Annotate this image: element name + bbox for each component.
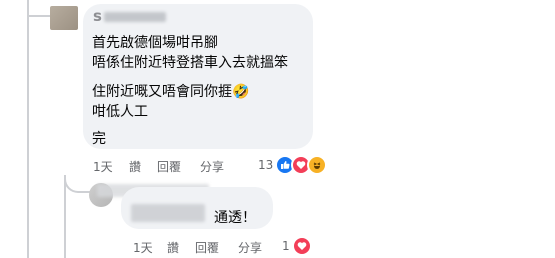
- comment-line: 咁低人工: [92, 104, 148, 120]
- author-initial[interactable]: s: [93, 7, 102, 25]
- comment-bubble: [83, 4, 313, 149]
- love-icon: [291, 236, 312, 256]
- comment-timestamp[interactable]: 1天: [93, 158, 113, 175]
- haha-icon: [307, 155, 328, 175]
- thread-connector: [27, 15, 50, 17]
- reaction-count: 13: [258, 158, 274, 172]
- comment-line: 首先啟德個場咁吊腳: [92, 35, 218, 51]
- reply-text: 通透！: [214, 210, 256, 226]
- comment-line: 唔係住附近特登搭車入去就搵笨: [92, 55, 288, 71]
- reply-timestamp[interactable]: 1天: [133, 239, 153, 256]
- reply-share-button[interactable]: 分享: [238, 239, 262, 256]
- reply-reaction-count: 1: [282, 239, 290, 253]
- reply-reply-button[interactable]: 回覆: [195, 239, 219, 256]
- reaction-summary[interactable]: 13: [258, 155, 328, 175]
- reply-reaction-summary[interactable]: 1: [282, 236, 312, 256]
- thread-line: [27, 0, 29, 258]
- share-button[interactable]: 分享: [200, 158, 224, 175]
- reply-mention-redacted[interactable]: [131, 204, 205, 222]
- like-button[interactable]: 讚: [129, 158, 141, 175]
- avatar[interactable]: [50, 6, 78, 30]
- reply-connector: [64, 175, 90, 193]
- reply-like-button[interactable]: 讚: [167, 239, 179, 256]
- comment-line: 住附近嘅又唔會同你捱🤣: [92, 84, 250, 100]
- comment-line: 完: [92, 131, 106, 147]
- reply-thread-line: [64, 175, 66, 258]
- reply-button[interactable]: 回覆: [157, 158, 181, 175]
- author-name-redacted[interactable]: [104, 12, 166, 22]
